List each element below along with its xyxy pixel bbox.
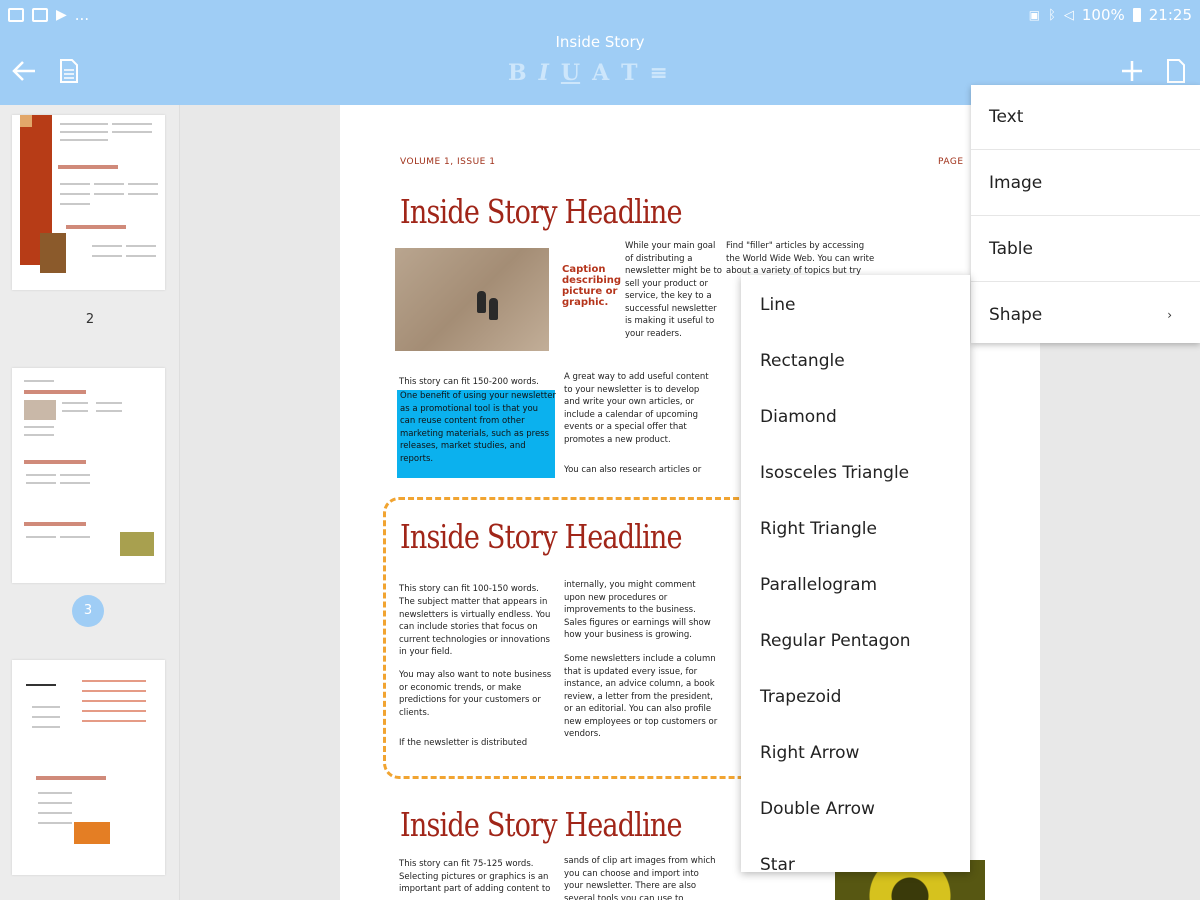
article-text[interactable]: You may also want to note business or ec… (399, 669, 557, 719)
page-thumbnails: 2 3 (0, 105, 180, 900)
shape-right-arrow-item[interactable]: Right Arrow (741, 725, 970, 781)
text-size-button[interactable]: T (621, 60, 637, 86)
insert-shape-label: Shape (989, 305, 1043, 325)
shape-diamond-item[interactable]: Diamond (741, 389, 970, 445)
article-text[interactable]: This story can fit 75-125 words. Selecti… (399, 858, 557, 896)
align-button[interactable]: ≡ (650, 60, 668, 86)
thumbnail-label-2: 2 (85, 312, 95, 327)
article-text[interactable]: internally, you might comment upon new p… (564, 579, 718, 642)
volume-label: VOLUME 1, ISSUE 1 (400, 157, 496, 167)
italic-button[interactable]: I (539, 60, 549, 86)
insert-image-item[interactable]: Image (971, 151, 1200, 216)
newsletter-photo[interactable] (395, 248, 549, 351)
sim-icon: ▣ (1028, 8, 1041, 22)
bold-button[interactable]: B (508, 60, 527, 86)
battery-icon (1132, 8, 1141, 22)
more-notifications: ... (74, 6, 90, 24)
article-text[interactable]: The subject matter that appears in newsl… (399, 596, 557, 659)
thumbnail-page-4[interactable] (12, 660, 165, 875)
article-text[interactable]: Find "filler" articles by accessing the … (726, 240, 880, 278)
shape-menu: Line Rectangle Diamond Isosceles Triangl… (741, 275, 970, 872)
article-text[interactable]: This story can fit 100-150 words. (399, 583, 557, 596)
article-text[interactable]: You can also research articles or (564, 464, 716, 477)
insert-table-item[interactable]: Table (971, 217, 1200, 282)
shape-double-arrow-item[interactable]: Double Arrow (741, 781, 970, 837)
shape-line-item[interactable]: Line (741, 277, 970, 333)
article-text[interactable]: Some newsletters include a column that i… (564, 653, 718, 741)
back-arrow-icon[interactable] (10, 58, 38, 90)
photo-caption[interactable]: Caption describing picture or graphic. (562, 264, 621, 308)
chevron-right-icon: › (1167, 308, 1172, 322)
article-text[interactable]: While your main goal of distributing a n… (625, 240, 723, 340)
format-toolbar: B I U A T ≡ (508, 60, 668, 86)
bluetooth-icon: ᛒ (1048, 7, 1056, 23)
insert-text-item[interactable]: Text (971, 85, 1200, 150)
mute-icon: ◁ (1063, 7, 1074, 23)
shape-parallelogram-item[interactable]: Parallelogram (741, 557, 970, 613)
underline-button[interactable]: U (561, 60, 580, 86)
insert-shape-item[interactable]: Shape › (971, 283, 1200, 348)
article-text[interactable]: This story can fit 150-200 words. (399, 376, 557, 389)
shape-isosceles-triangle-item[interactable]: Isosceles Triangle (741, 445, 970, 501)
shape-right-triangle-item[interactable]: Right Triangle (741, 501, 970, 557)
headline-1[interactable]: Inside Story Headline (400, 192, 683, 231)
shape-regular-pentagon-item[interactable]: Regular Pentagon (741, 613, 970, 669)
article-text[interactable]: sands of clip art images from which you … (564, 855, 718, 900)
app-root: ▶ ... ▣ ᛒ ◁ 100% 21:25 Inside Story B I … (0, 0, 1200, 900)
document-title: Inside Story (555, 33, 645, 51)
photo-figure (477, 291, 486, 313)
thumbnail-page-3[interactable] (12, 368, 165, 583)
shape-trapezoid-item[interactable]: Trapezoid (741, 669, 970, 725)
headline-3[interactable]: Inside Story Headline (400, 805, 683, 844)
selected-text[interactable]: One benefit of using your newsletter as … (400, 390, 556, 465)
insert-menu: Text Image Table Shape › (971, 85, 1200, 343)
battery-percent: 100% (1081, 6, 1125, 24)
play-store-icon: ▶ (56, 7, 67, 23)
clock: 21:25 (1148, 6, 1192, 24)
shape-star-item[interactable]: Star (741, 837, 970, 872)
article-text[interactable]: A great way to add useful content to you… (564, 371, 716, 446)
status-bar: ▶ ... ▣ ᛒ ◁ 100% 21:25 (0, 0, 1200, 30)
keyboard-icon (32, 8, 48, 22)
headline-2[interactable]: Inside Story Headline (400, 517, 683, 556)
shape-rectangle-item[interactable]: Rectangle (741, 333, 970, 389)
status-notifications: ▶ ... (8, 6, 89, 24)
photo-figure (489, 298, 498, 320)
thumbnail-page-2[interactable] (12, 115, 165, 290)
gallery-icon (8, 8, 24, 22)
article-text[interactable]: If the newsletter is distributed (399, 737, 557, 750)
document-icon[interactable] (58, 58, 80, 90)
font-color-button[interactable]: A (592, 60, 609, 86)
status-right: ▣ ᛒ ◁ 100% 21:25 (1029, 6, 1192, 24)
page-label: PAGE (938, 157, 964, 167)
current-page-badge: 3 (72, 595, 104, 627)
